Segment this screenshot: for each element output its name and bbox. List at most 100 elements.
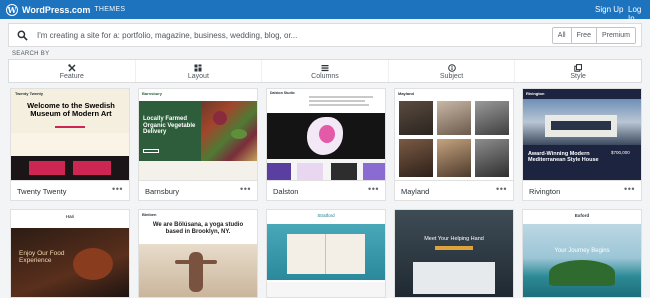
preview-portrait-image (437, 101, 471, 135)
theme-preview[interactable]: Stratford (267, 210, 385, 297)
theme-preview[interactable]: Rivington Award-Winning Modern Mediterra… (523, 89, 641, 180)
preview-text-line (309, 104, 369, 106)
brand[interactable]: W WordPress.com THEMES (6, 3, 125, 16)
filter-feature[interactable]: Feature (9, 60, 135, 82)
preview-site-title: Rivington (526, 91, 545, 96)
preview-book-spine (325, 234, 326, 274)
theme-preview[interactable]: Mayland (395, 89, 513, 180)
theme-preview[interactable]: Barnsbury Locally Farmed Organic Vegetab… (139, 89, 257, 180)
more-options-icon[interactable]: ••• (496, 184, 507, 194)
theme-name[interactable]: Twenty Twenty (17, 187, 66, 196)
more-options-icon[interactable]: ••• (112, 184, 123, 194)
theme-card-food[interactable]: Hari Enjoy Our Food Experience (10, 209, 130, 298)
preview-red-block (29, 161, 65, 175)
preview-abstract-shape (319, 125, 335, 143)
preview-beet-shape (213, 111, 227, 125)
filter-label: Layout (187, 73, 209, 80)
preview-tile (267, 163, 291, 180)
search-by-filters: Feature Layout Columns Subject Style (8, 59, 642, 83)
preview-tile (331, 163, 357, 180)
preview-red-block (73, 161, 111, 175)
theme-preview[interactable]: Meet Your Helping Hand (395, 210, 513, 297)
preview-headline: Locally Farmed Organic Vegetable Deliver… (143, 116, 196, 136)
theme-card-stratford[interactable]: Stratford (266, 209, 386, 298)
theme-card-yoga[interactable]: Bleiben We are Bölúsana, a yoga studio b… (138, 209, 258, 298)
preview-headline: Enjoy Our Food Experience (19, 250, 65, 265)
preview-headline: Award-Winning Modern Mediterranean Style… (528, 151, 599, 164)
preview-site-title: Twenty Twenty (15, 91, 44, 96)
preview-accent-line (55, 126, 85, 128)
filter-label: Style (570, 73, 586, 80)
theme-card-helping-hand[interactable]: Meet Your Helping Hand (394, 209, 514, 298)
preview-footer-band (139, 161, 257, 180)
filter-premium[interactable]: Premium (595, 28, 635, 43)
more-options-icon[interactable]: ••• (368, 184, 379, 194)
preview-intro-band (11, 133, 129, 156)
preview-headline: Welcome to the Swedish Museum of Modern … (27, 101, 115, 119)
preview-site-title: Dalston Studio (270, 91, 295, 95)
preview-headline: We are Bölúsana, a yoga studio based in … (152, 222, 244, 235)
preview-vegetables-image (201, 101, 257, 161)
preview-person-shape (189, 252, 203, 292)
filter-columns[interactable]: Columns (261, 60, 388, 82)
more-options-icon[interactable]: ••• (624, 184, 635, 194)
preview-portrait-image (399, 139, 433, 177)
preview-portrait-image (475, 139, 509, 177)
filter-layout[interactable]: Layout (134, 60, 262, 82)
theme-preview[interactable]: Hari Enjoy Our Food Experience (11, 210, 129, 297)
theme-name[interactable]: Mayland (401, 187, 429, 196)
info-icon (447, 64, 456, 72)
card-footer: Twenty Twenty ••• (11, 180, 129, 200)
filter-subject[interactable]: Subject (387, 60, 515, 82)
theme-preview[interactable]: Exford Your Journey Begins (523, 210, 641, 297)
preview-site-title: Mayland (398, 91, 415, 96)
preview-portrait-image (475, 101, 509, 135)
more-options-icon[interactable]: ••• (240, 184, 251, 194)
theme-name[interactable]: Dalston (273, 187, 298, 196)
pricing-filter: All Free Premium (551, 27, 636, 44)
search-icon (17, 30, 28, 41)
search-input[interactable] (37, 27, 537, 44)
layout-icon (194, 64, 202, 72)
theme-card-exford[interactable]: Exford Your Journey Begins (522, 209, 642, 298)
card-footer: Barnsbury ••• (139, 180, 257, 200)
preview-site-title: Hari (65, 214, 75, 219)
theme-card-rivington[interactable]: Rivington Award-Winning Modern Mediterra… (522, 88, 642, 201)
preview-dish-shape (73, 248, 113, 280)
brand-sub: THEMES (94, 6, 126, 13)
preview-site-title: Barnsbury (142, 91, 163, 96)
filter-label: Columns (311, 73, 339, 80)
theme-card-twenty-twenty[interactable]: Twenty Twenty Welcome to the Swedish Mus… (10, 88, 130, 201)
top-bar: W WordPress.com THEMES Sign Up Log In (0, 0, 650, 23)
preview-house-window (551, 121, 611, 130)
theme-preview[interactable]: Dalston Studio (267, 89, 385, 180)
preview-tile (363, 163, 385, 180)
preview-site-title: Bleiben (142, 212, 157, 217)
theme-card-mayland[interactable]: Mayland Mayland ••• (394, 88, 514, 201)
theme-preview[interactable]: Twenty Twenty Welcome to the Swedish Mus… (11, 89, 129, 180)
theme-name[interactable]: Rivington (529, 187, 560, 196)
style-icon (574, 64, 583, 72)
theme-preview[interactable]: Bleiben We are Bölúsana, a yoga studio b… (139, 210, 257, 297)
theme-card-dalston[interactable]: Dalston Studio Dalston ••• (266, 88, 386, 201)
filter-all[interactable]: All (552, 28, 571, 43)
tools-icon (68, 64, 76, 72)
filter-free[interactable]: Free (570, 28, 596, 43)
login-link[interactable]: Log In (628, 5, 650, 23)
card-footer: Rivington ••• (523, 180, 641, 200)
signup-link[interactable]: Sign Up (595, 5, 623, 14)
preview-leaf-shape (231, 129, 247, 139)
theme-name[interactable]: Barnsbury (145, 187, 179, 196)
wordpress-logo-icon: W (6, 3, 18, 16)
theme-search: All Free Premium (8, 23, 642, 47)
card-footer: Mayland ••• (395, 180, 513, 200)
preview-button (143, 149, 159, 153)
preview-site-title: Stratford (317, 213, 335, 218)
preview-tile (297, 163, 323, 180)
preview-site-title: Exford (574, 213, 590, 218)
filter-style[interactable]: Style (514, 60, 641, 82)
theme-card-barnsbury[interactable]: Barnsbury Locally Farmed Organic Vegetab… (138, 88, 258, 201)
brand-name: WordPress.com (22, 4, 91, 15)
preview-book-image (287, 234, 365, 274)
search-by-label: SEARCH BY (12, 51, 50, 57)
